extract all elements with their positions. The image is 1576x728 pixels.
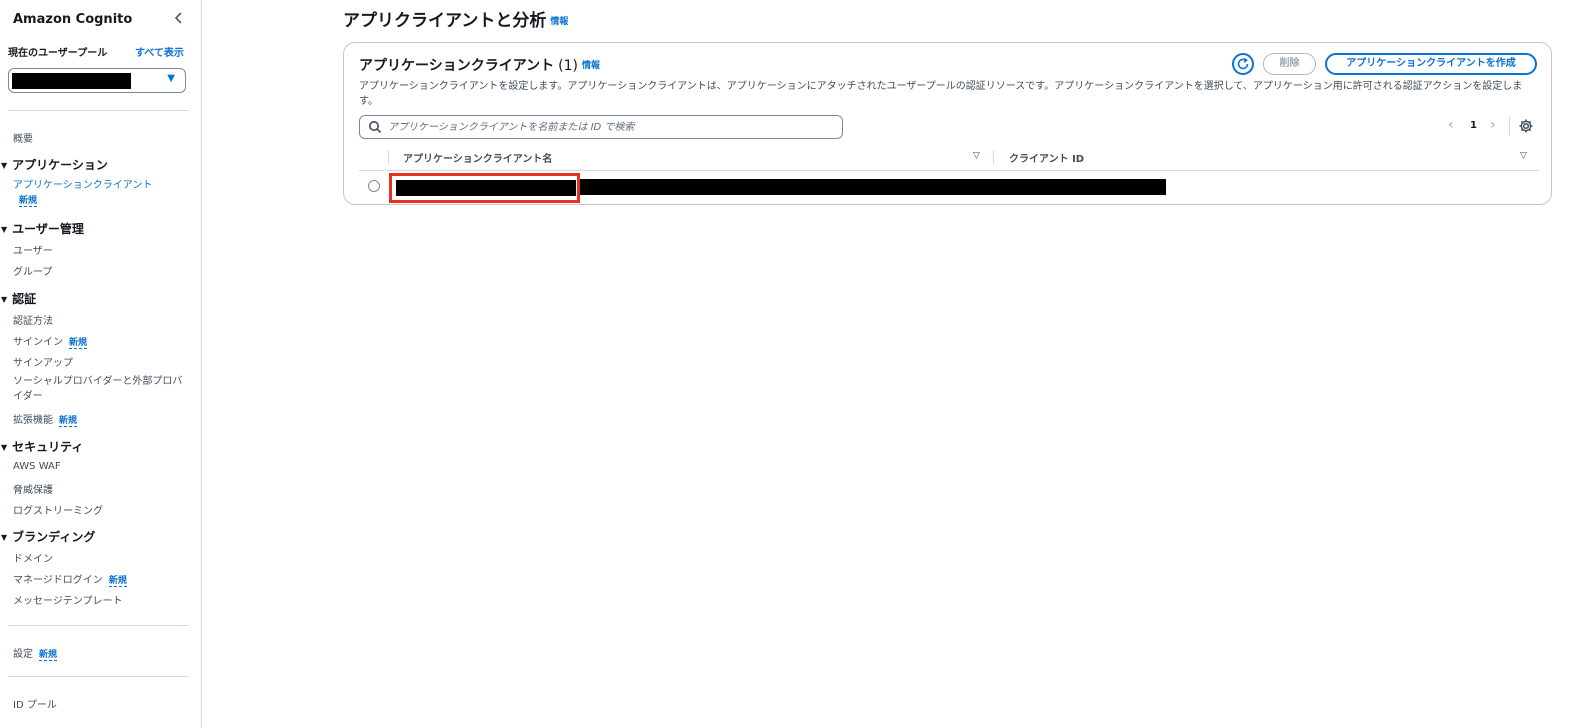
sidebar-divider <box>8 110 189 111</box>
info-link[interactable]: 情報 <box>582 61 600 71</box>
caret-down-icon: ▼ <box>1 443 8 452</box>
chevron-left-icon[interactable]: ‹ <box>1448 117 1454 133</box>
caret-down-icon: ▼ <box>1 533 8 542</box>
sidebar-item-label: アプリケーションクライアント <box>13 180 153 191</box>
redacted-pool-name <box>12 73 131 89</box>
sidebar-section-application[interactable]: ▼ アプリケーション <box>1 156 108 173</box>
new-badge: 新規 <box>19 196 38 207</box>
column-divider <box>993 150 994 164</box>
search-icon <box>369 121 382 134</box>
chevron-left-icon[interactable] <box>172 10 188 28</box>
sidebar-item-sign-up[interactable]: サインアップ <box>13 354 73 369</box>
section-label: アプリケーション <box>12 158 108 172</box>
sidebar-divider <box>8 625 189 626</box>
column-header-client-name[interactable]: アプリケーションクライアント名 <box>403 150 552 165</box>
page-title-text: アプリクライアントと分析 <box>343 11 547 31</box>
new-badge: 新規 <box>39 650 58 661</box>
sidebar-item-social-providers[interactable]: ソーシャルプロバイダーと外部プロバイダー <box>13 374 183 404</box>
redacted-client-id <box>580 179 1166 195</box>
gear-icon[interactable] <box>1518 118 1534 134</box>
sidebar-item-label: 設定 <box>13 649 33 660</box>
sort-down-icon[interactable]: ▽ <box>973 151 980 161</box>
sidebar-section-authentication[interactable]: ▼ 認証 <box>1 290 36 307</box>
delete-button[interactable]: 削除 <box>1263 53 1316 75</box>
new-badge: 新規 <box>69 338 88 349</box>
redacted-client-name <box>396 180 576 196</box>
sidebar-item-users[interactable]: ユーザー <box>13 242 53 257</box>
app-clients-panel: アプリケーションクライアント (1) 情報 削除 アプリケーションクライアントを作成… <box>343 42 1552 205</box>
pager-divider <box>1509 116 1510 136</box>
section-label: セキュリティ <box>12 440 84 454</box>
new-badge: 新規 <box>59 416 78 427</box>
section-label: 認証 <box>12 292 37 306</box>
chevron-right-icon[interactable]: › <box>1490 117 1496 133</box>
search-input[interactable] <box>388 118 828 136</box>
sidebar-item-extensions[interactable]: 拡張機能 新規 <box>13 411 78 427</box>
panel-title-text: アプリケーションクライアント <box>359 58 555 74</box>
client-count: (1) <box>558 58 579 74</box>
sidebar-item-threat-protection[interactable]: 脅威保護 <box>13 481 53 496</box>
page-title: アプリクライアントと分析 情報 <box>343 6 568 31</box>
caret-down-icon: ▼ <box>1 225 8 234</box>
column-header-client-id[interactable]: クライアント ID <box>1009 150 1084 165</box>
sidebar-item-label: 拡張機能 <box>13 415 53 426</box>
section-label: ブランディング <box>12 530 96 544</box>
sidebar-title: Amazon Cognito <box>13 12 133 27</box>
sidebar-item-auth-methods[interactable]: 認証方法 <box>13 312 53 327</box>
sidebar-item-settings[interactable]: 設定 新規 <box>13 645 58 661</box>
sort-down-icon[interactable]: ▽ <box>1520 151 1527 161</box>
new-badge: 新規 <box>108 576 127 587</box>
sidebar-item-id-pool[interactable]: ID プール <box>13 696 57 711</box>
sidebar-section-branding[interactable]: ▼ ブランディング <box>1 528 95 545</box>
row-select-radio[interactable] <box>368 180 380 192</box>
sidebar-item-aws-waf[interactable]: AWS WAF <box>13 461 61 472</box>
caret-down-icon: ▼ <box>1 295 8 304</box>
current-pool-label: 現在のユーザープール <box>8 48 108 59</box>
column-divider <box>388 150 389 164</box>
sidebar-section-security[interactable]: ▼ セキュリティ <box>1 438 83 455</box>
sidebar: Amazon Cognito 現在のユーザープール すべて表示 ▼ 概要 ▼ アプ… <box>0 0 202 728</box>
table-header-divider <box>359 170 1539 171</box>
sidebar-item-label: サインイン <box>13 337 63 348</box>
sidebar-item-managed-login[interactable]: マネージドログイン 新規 <box>13 571 127 587</box>
user-pool-select[interactable]: ▼ <box>8 68 186 93</box>
panel-title: アプリケーションクライアント (1) 情報 <box>359 55 600 75</box>
sidebar-item-app-clients[interactable]: アプリケーションクライアント新規 <box>13 178 153 209</box>
client-name-link-highlight[interactable] <box>389 173 580 203</box>
sidebar-section-user-management[interactable]: ▼ ユーザー管理 <box>1 220 84 237</box>
caret-down-icon: ▼ <box>167 73 175 84</box>
refresh-button[interactable] <box>1232 53 1254 75</box>
page-number[interactable]: 1 <box>1470 120 1477 131</box>
section-label: ユーザー管理 <box>12 222 84 236</box>
show-all-link[interactable]: すべて表示 <box>135 44 184 59</box>
sidebar-item-sign-in[interactable]: サインイン 新規 <box>13 333 88 349</box>
sidebar-item-groups[interactable]: グループ <box>13 263 52 278</box>
refresh-icon <box>1237 57 1249 70</box>
search-field[interactable] <box>359 115 843 139</box>
sidebar-item-message-templates[interactable]: メッセージテンプレート <box>13 592 123 607</box>
sidebar-item-log-streaming[interactable]: ログストリーミング <box>13 502 103 517</box>
sidebar-item-overview[interactable]: 概要 <box>13 130 33 145</box>
create-app-client-button[interactable]: アプリケーションクライアントを作成 <box>1325 53 1537 75</box>
info-link[interactable]: 情報 <box>550 17 568 27</box>
sidebar-item-label: マネージドログイン <box>13 575 103 586</box>
caret-down-icon: ▼ <box>1 161 8 170</box>
sidebar-divider <box>8 676 189 677</box>
panel-description: アプリケーションクライアントを設定します。アプリケーションクライアントは、アプリ… <box>359 81 1523 107</box>
sidebar-item-domain[interactable]: ドメイン <box>13 550 53 565</box>
